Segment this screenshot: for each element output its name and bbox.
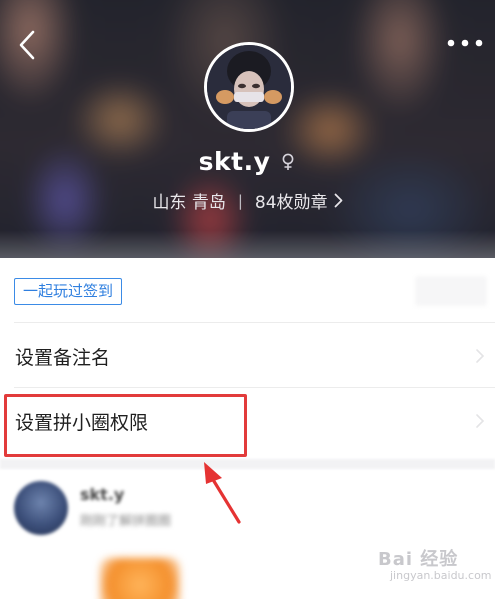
profile-header: skt.y 山东 青岛 | 84枚勋章 [0, 0, 495, 258]
blurred-element [415, 276, 487, 306]
profile-page: skt.y 山东 青岛 | 84枚勋章 一起玩过签到 设置备注名 设置拼小圈权限… [0, 0, 495, 599]
badges-count: 84枚勋章 [254, 193, 328, 213]
chevron-right-icon [476, 349, 485, 363]
profile-meta: 山东 青岛 | 84枚勋章 [0, 188, 495, 213]
set-remark-name-label: 设置备注名 [15, 347, 111, 369]
back-button[interactable] [12, 28, 42, 62]
chevron-left-icon [19, 30, 35, 60]
more-dots-icon [447, 39, 483, 47]
female-icon [282, 153, 294, 170]
watermark: Bai 经验 jingyan.baidu.com [378, 545, 492, 585]
highlight-box [4, 394, 247, 457]
username: skt.y [198, 147, 271, 176]
chevron-right-icon [476, 414, 485, 428]
header-fade [0, 230, 495, 258]
section-gap [0, 459, 495, 469]
avatar[interactable] [204, 42, 294, 132]
watermark-url: jingyan.baidu.com [390, 569, 492, 582]
username-block: skt.y [0, 147, 495, 176]
preview-card-image [100, 558, 180, 599]
played-together-tag[interactable]: 一起玩过签到 [14, 278, 123, 305]
divider [14, 387, 495, 388]
badges-link[interactable]: 84枚勋章 [255, 188, 343, 213]
watermark-brand: Bai 经验 [378, 549, 459, 570]
meta-separator: | [237, 191, 243, 210]
location-text: 山东 青岛 [152, 193, 226, 213]
divider [14, 322, 495, 323]
preview-username: skt.y [80, 485, 125, 504]
avatar-image [207, 45, 291, 129]
set-remark-name-row[interactable]: 设置备注名 [0, 324, 495, 386]
avatar [14, 481, 68, 535]
more-button[interactable] [443, 30, 487, 56]
chevron-right-icon [334, 193, 342, 208]
preview-subtitle: 刚刚了解拼圈圈 [80, 514, 172, 529]
